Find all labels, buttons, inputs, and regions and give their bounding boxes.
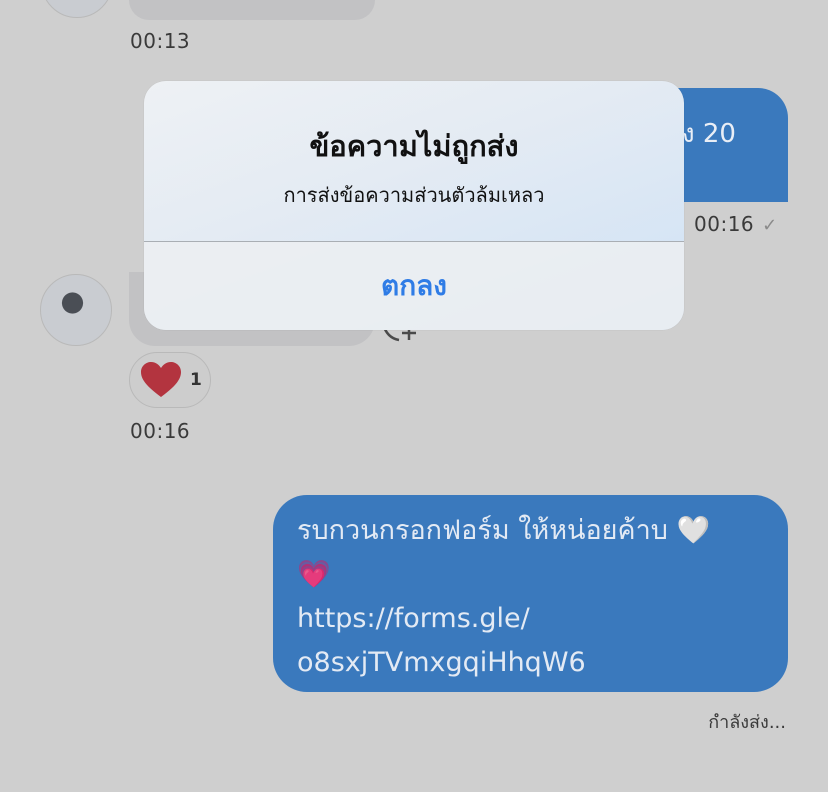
message-bubble	[129, 0, 375, 20]
message-timestamp: 00:13	[130, 29, 191, 53]
alert-dialog: ข้อความไม่ถูกส่ง การส่งข้อความส่วนตัวล้ม…	[144, 81, 684, 330]
message-link[interactable]: o8sxjTVmxgqiHhqW6	[297, 641, 768, 685]
message-timestamp: 00:16	[130, 419, 191, 443]
alert-body: ข้อความไม่ถูกส่ง การส่งข้อความส่วนตัวล้ม…	[144, 81, 684, 241]
sending-status: กำลังส่ง...	[708, 712, 786, 733]
reaction-badge[interactable]: 1	[129, 352, 211, 408]
alert-message: การส่งข้อความส่วนตัวล้มเหลว	[283, 183, 545, 207]
message-text: รบกวนกรอกฟอร์ม ให้หน่อยค้าบ 🤍 💗 https://…	[273, 495, 788, 701]
message-line: รบกวนกรอกฟอร์ม ให้หน่อยค้าบ 🤍	[297, 515, 711, 546]
message-link[interactable]: https://forms.gle/	[297, 597, 768, 641]
alert-title: ข้อความไม่ถูกส่ง	[309, 129, 519, 163]
message-time: 00:16	[694, 212, 755, 236]
message-timestamp: 00:16 ✓	[694, 212, 778, 236]
avatar[interactable]	[41, 0, 113, 18]
ok-button[interactable]: ตกลง	[144, 242, 684, 330]
avatar[interactable]	[40, 274, 112, 346]
checkmark-icon: ✓	[762, 215, 778, 236]
heart-icon	[141, 362, 181, 397]
message-bubble[interactable]: รบกวนกรอกฟอร์ม ให้หน่อยค้าบ 🤍 💗 https://…	[273, 495, 788, 692]
reaction-count: 1	[190, 370, 202, 390]
message-line: 💗	[297, 559, 331, 590]
